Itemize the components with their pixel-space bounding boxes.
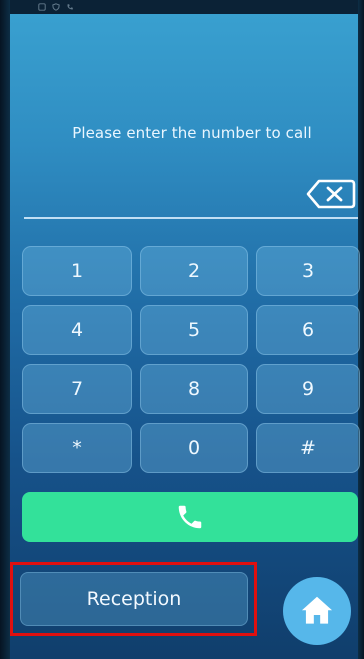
device-bezel-left: [0, 0, 10, 659]
home-button[interactable]: [283, 577, 351, 645]
key-5[interactable]: 5: [140, 305, 248, 355]
call-button[interactable]: [22, 492, 358, 542]
key-9[interactable]: 9: [256, 364, 360, 414]
reception-button[interactable]: Reception: [20, 572, 248, 626]
key-3[interactable]: 3: [256, 246, 360, 296]
key-8[interactable]: 8: [140, 364, 248, 414]
key-2[interactable]: 2: [140, 246, 248, 296]
number-input-underline: [24, 217, 358, 219]
status-bar: [38, 0, 74, 14]
key-hash[interactable]: #: [256, 423, 360, 473]
backspace-button[interactable]: [306, 178, 356, 210]
home-icon: [301, 596, 333, 624]
key-7[interactable]: 7: [22, 364, 132, 414]
dialer-screen: Please enter the number to call 1 2 3 4 …: [0, 0, 364, 659]
key-star[interactable]: *: [22, 423, 132, 473]
dial-prompt: Please enter the number to call: [72, 124, 312, 142]
shield-icon: [52, 3, 60, 11]
key-0[interactable]: 0: [140, 423, 248, 473]
backspace-icon: [306, 179, 356, 209]
key-6[interactable]: 6: [256, 305, 360, 355]
phone-handset-icon: [178, 505, 202, 529]
phone-icon: [67, 4, 73, 10]
key-1[interactable]: 1: [22, 246, 132, 296]
keypad: 1 2 3 4 5 6 7 8 9 * 0 #: [22, 246, 360, 473]
sim-icon: [38, 3, 46, 11]
key-4[interactable]: 4: [22, 305, 132, 355]
